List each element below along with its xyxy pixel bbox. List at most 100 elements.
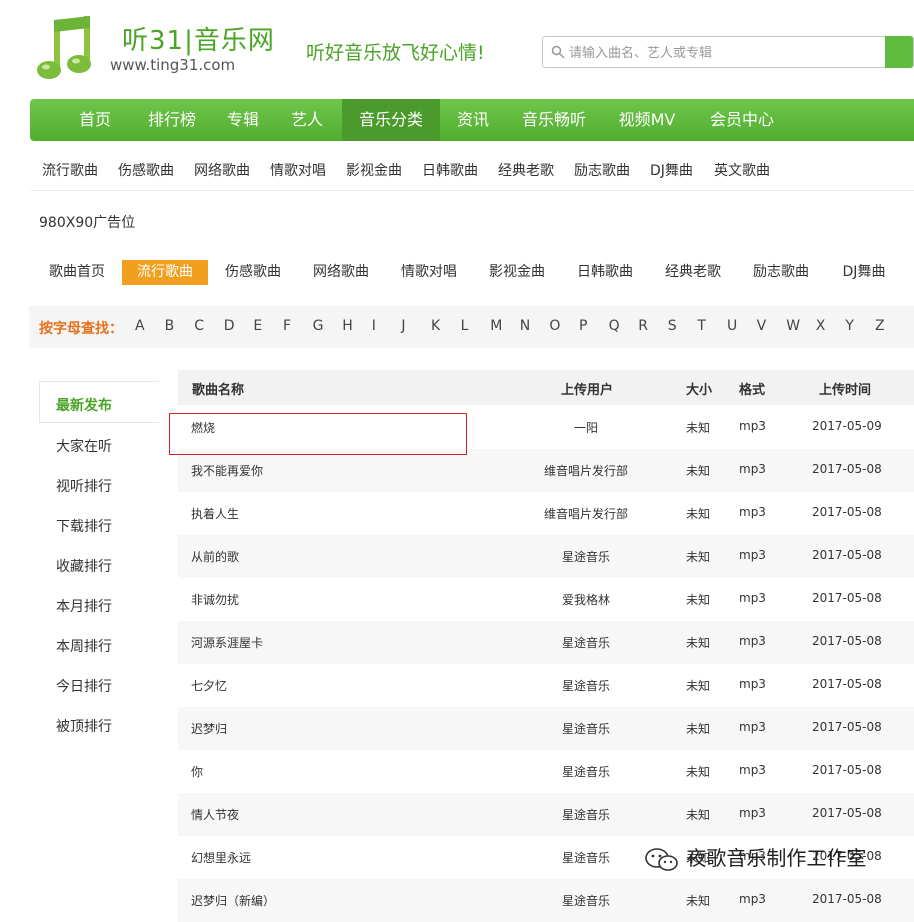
col-upload-time[interactable]: 上传时间: [819, 379, 871, 398]
main-nav-news[interactable]: 资讯: [448, 99, 498, 141]
table-row[interactable]: 迟梦归 星途音乐 未知 mp3 2017-05-08: [178, 707, 914, 750]
uploader-name[interactable]: 星途音乐: [521, 677, 651, 694]
uploader-name[interactable]: 星途音乐: [521, 849, 651, 866]
sub-nav-duet[interactable]: 情歌对唱: [270, 160, 326, 180]
song-name-link[interactable]: 幻想里永远: [191, 849, 251, 866]
letter-k[interactable]: K: [431, 318, 440, 334]
uploader-name[interactable]: 一阳: [521, 419, 651, 436]
sidebar-item-week-rank[interactable]: 本周排行: [56, 636, 112, 656]
table-row[interactable]: 从前的歌 星途音乐 未知 mp3 2017-05-08: [178, 535, 914, 578]
uploader-name[interactable]: 星途音乐: [521, 720, 651, 737]
letter-b[interactable]: B: [165, 318, 175, 334]
letter-l[interactable]: L: [461, 318, 469, 334]
letter-p[interactable]: P: [579, 318, 587, 334]
main-nav-charts[interactable]: 排行榜: [138, 99, 206, 141]
uploader-name[interactable]: 维音唱片发行部: [521, 462, 651, 479]
uploader-name[interactable]: 维音唱片发行部: [521, 505, 651, 522]
letter-s[interactable]: S: [668, 318, 677, 334]
sidebar-item-listening[interactable]: 大家在听: [56, 436, 112, 456]
table-row[interactable]: 迟梦归（新编） 星途音乐 未知 mp3 2017-05-08: [178, 879, 914, 922]
main-nav-artists[interactable]: 艺人: [282, 99, 332, 141]
table-row[interactable]: 执着人生 维音唱片发行部 未知 mp3 2017-05-08: [178, 492, 914, 535]
letter-x[interactable]: X: [816, 318, 826, 334]
sidebar-item-download-rank[interactable]: 下载排行: [56, 516, 112, 536]
letter-r[interactable]: R: [638, 318, 648, 334]
tab-dj[interactable]: DJ舞曲: [832, 260, 896, 285]
table-row[interactable]: 情人节夜 星途音乐 未知 mp3 2017-05-08: [178, 793, 914, 836]
sub-nav-english[interactable]: 英文歌曲: [714, 160, 770, 180]
uploader-name[interactable]: 星途音乐: [521, 634, 651, 651]
letter-c[interactable]: C: [194, 318, 204, 334]
letter-e[interactable]: E: [253, 318, 262, 334]
letter-z[interactable]: Z: [875, 318, 885, 334]
song-name-link[interactable]: 我不能再爱你: [191, 462, 263, 479]
search-button[interactable]: [885, 36, 913, 68]
letter-y[interactable]: Y: [845, 318, 854, 334]
song-name-link[interactable]: 迟梦归: [191, 720, 227, 737]
uploader-name[interactable]: 星途音乐: [521, 892, 651, 909]
table-row[interactable]: 我不能再爱你 维音唱片发行部 未知 mp3 2017-05-08: [178, 449, 914, 492]
table-row[interactable]: 河源系涯屋卡 星途音乐 未知 mp3 2017-05-08: [178, 621, 914, 664]
letter-o[interactable]: O: [549, 318, 560, 334]
letter-i[interactable]: I: [372, 318, 376, 334]
letter-g[interactable]: G: [313, 318, 324, 334]
sub-nav-dj[interactable]: DJ舞曲: [650, 160, 693, 180]
col-size[interactable]: 大小: [686, 379, 712, 398]
main-nav-categories[interactable]: 音乐分类: [342, 99, 440, 141]
sub-nav-sad[interactable]: 伤感歌曲: [118, 160, 174, 180]
sub-nav-film[interactable]: 影视金曲: [346, 160, 402, 180]
table-row[interactable]: 你 星途音乐 未知 mp3 2017-05-08: [178, 750, 914, 793]
col-format[interactable]: 格式: [739, 379, 765, 398]
table-row[interactable]: 七夕忆 星途音乐 未知 mp3 2017-05-08: [178, 664, 914, 707]
sub-nav-jk[interactable]: 日韩歌曲: [422, 160, 478, 180]
song-name-link[interactable]: 迟梦归（新编）: [191, 892, 275, 909]
letter-u[interactable]: U: [727, 318, 737, 334]
song-name-link[interactable]: 七夕忆: [191, 677, 227, 694]
tab-duet[interactable]: 情歌对唱: [394, 260, 464, 285]
letter-a[interactable]: A: [135, 318, 145, 334]
song-name-link[interactable]: 你: [191, 763, 203, 780]
letter-h[interactable]: H: [342, 318, 353, 334]
site-logo-title[interactable]: 听31|音乐网: [122, 20, 275, 57]
main-nav-home[interactable]: 首页: [66, 99, 124, 141]
uploader-name[interactable]: 爱我格林: [521, 591, 651, 608]
tab-jk[interactable]: 日韩歌曲: [570, 260, 640, 285]
tab-classic[interactable]: 经典老歌: [658, 260, 728, 285]
search-input[interactable]: [567, 41, 871, 65]
col-uploader[interactable]: 上传用户: [561, 379, 613, 398]
tab-pop[interactable]: 流行歌曲: [122, 260, 208, 285]
sidebar-item-play-rank[interactable]: 视听排行: [56, 476, 112, 496]
sidebar-item-favorite-rank[interactable]: 收藏排行: [56, 556, 112, 576]
letter-w[interactable]: W: [786, 318, 800, 334]
song-name-link[interactable]: 非诚勿扰: [191, 591, 239, 608]
tab-inspire[interactable]: 励志歌曲: [746, 260, 816, 285]
sidebar-item-today-rank[interactable]: 今日排行: [56, 676, 112, 696]
music-note-logo-icon[interactable]: [36, 14, 100, 84]
letter-q[interactable]: Q: [609, 318, 620, 334]
sub-nav-pop[interactable]: 流行歌曲: [42, 160, 98, 180]
song-name-link[interactable]: 执着人生: [191, 505, 239, 522]
main-nav-albums[interactable]: 专辑: [218, 99, 268, 141]
tab-sad[interactable]: 伤感歌曲: [218, 260, 288, 285]
letter-d[interactable]: D: [224, 318, 235, 334]
letter-m[interactable]: M: [490, 318, 502, 334]
sidebar-item-top-rank[interactable]: 被顶排行: [56, 716, 112, 736]
song-name-link[interactable]: 河源系涯屋卡: [191, 634, 263, 651]
song-name-link[interactable]: 从前的歌: [191, 548, 239, 565]
uploader-name[interactable]: 星途音乐: [521, 548, 651, 565]
main-nav-listen[interactable]: 音乐畅听: [514, 99, 594, 141]
song-name-link[interactable]: 情人节夜: [191, 806, 239, 823]
sub-nav-internet[interactable]: 网络歌曲: [194, 160, 250, 180]
letter-t[interactable]: T: [697, 318, 706, 334]
sidebar-item-month-rank[interactable]: 本月排行: [56, 596, 112, 616]
letter-v[interactable]: V: [757, 318, 767, 334]
letter-j[interactable]: J: [401, 318, 405, 334]
sub-nav-inspire[interactable]: 励志歌曲: [574, 160, 630, 180]
table-row[interactable]: 非诚勿扰 爱我格林 未知 mp3 2017-05-08: [178, 578, 914, 621]
tab-film[interactable]: 影视金曲: [482, 260, 552, 285]
uploader-name[interactable]: 星途音乐: [521, 763, 651, 780]
tab-song-home[interactable]: 歌曲首页: [40, 260, 114, 285]
tab-internet[interactable]: 网络歌曲: [306, 260, 376, 285]
sub-nav-classic[interactable]: 经典老歌: [498, 160, 554, 180]
letter-f[interactable]: F: [283, 318, 291, 334]
